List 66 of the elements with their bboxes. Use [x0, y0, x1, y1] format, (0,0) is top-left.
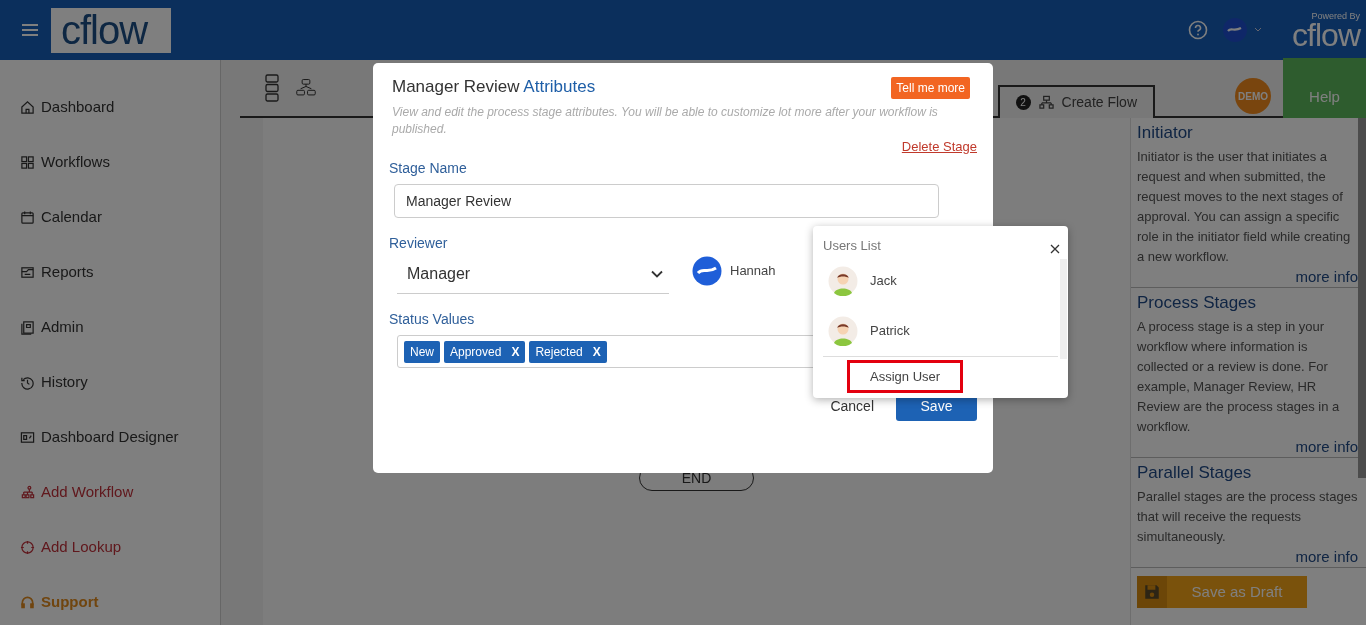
list-view-icon[interactable] [262, 73, 282, 103]
stage-name-field[interactable]: Manager Review [394, 184, 939, 218]
delete-stage-link[interactable]: Delete Stage [901, 139, 977, 154]
home-icon [20, 100, 35, 115]
remove-icon[interactable]: X [592, 342, 601, 361]
user-name: Hannah [730, 262, 776, 281]
reviewer-label: Reviewer [389, 234, 448, 253]
user-avatar-icon [692, 256, 722, 286]
section-title: Parallel Stages [1137, 462, 1253, 484]
status-tag: New [404, 340, 440, 363]
scrollbar[interactable] [1358, 118, 1366, 478]
user-avatar-icon [828, 315, 858, 346]
powered-by-label: Powered By [1311, 11, 1360, 21]
remove-icon[interactable]: X [511, 342, 520, 361]
demo-badge: DEMO [1235, 78, 1271, 114]
status-values-label: Status Values [389, 310, 475, 329]
sidebar-item[interactable]: Dashboard Designer [0, 410, 220, 465]
sidebar-item[interactable]: Admin [0, 300, 220, 355]
help-icon[interactable] [1188, 20, 1209, 40]
logo[interactable]: cflow [51, 7, 171, 53]
section-title: Process Stages [1137, 292, 1258, 314]
sidebar-item[interactable]: Add Workflow [0, 465, 220, 520]
logo: cflow [1292, 21, 1360, 49]
more-info-link[interactable]: more info [1137, 267, 1358, 287]
modal-title: Manager Review Attributes [391, 77, 596, 98]
user-avatar-icon [828, 265, 858, 296]
step-number: 2 [1015, 95, 1031, 110]
more-info-link[interactable]: more info [1137, 547, 1358, 567]
section-text: Parallel stages are the process stages that will receive the requests simultaneously. [1137, 488, 1358, 546]
section-text: A process stage is a step in your workflow where information is collected or a review is done. For example, Manager Review, HR Review are the process stages in a workflow. [1137, 318, 1341, 436]
report-icon [20, 265, 35, 280]
dashboard-icon [20, 430, 35, 445]
calendar-icon [20, 210, 35, 225]
modal-description: View and edit the process stage attributes. You will be able to customize lot more after your workflow is published. [392, 104, 939, 138]
menu-icon[interactable] [21, 23, 39, 37]
sidebar-item[interactable]: Add Lookup [0, 520, 220, 575]
hierarchy-icon [20, 485, 35, 500]
section-text: Initiator is the user that initiates a request and when submitted, the request moves to the next stages of approval. You can assign a specific role in the initiator field while creating a new workflow. [1137, 148, 1352, 266]
chevron-down-icon [651, 269, 663, 278]
cancel-button[interactable]: Cancel [824, 395, 880, 418]
status-tag: Rejected X [529, 340, 607, 363]
popup-title: Users List [823, 237, 881, 255]
section-title: Initiator [1137, 122, 1194, 144]
create-flow-tab[interactable]: 2 Create Flow [997, 85, 1155, 118]
status-tag: Approved X [444, 340, 526, 363]
book-icon [20, 320, 35, 335]
close-icon [1050, 243, 1060, 254]
history-icon [20, 375, 35, 390]
user-list-item[interactable]: Jack [823, 255, 1058, 306]
target-icon [20, 540, 35, 555]
sidebar-item[interactable]: Calendar [0, 190, 220, 245]
save-icon [1143, 583, 1161, 601]
sidebar-item[interactable]: Workflows [0, 135, 220, 190]
sidebar-item[interactable]: History [0, 355, 220, 410]
avatar-icon[interactable] [1222, 17, 1249, 43]
chevron-down-icon[interactable] [1254, 27, 1263, 33]
assign-user-button[interactable]: Assign User [847, 359, 964, 393]
grid-icon [20, 155, 35, 170]
scrollbar[interactable] [1060, 259, 1067, 359]
headset-icon [20, 595, 35, 610]
tell-me-more-button[interactable]: Tell me more [891, 77, 970, 99]
flow-icon [1038, 95, 1054, 110]
sidebar-item[interactable]: Reports [0, 245, 220, 300]
sidebar-item[interactable]: Dashboard [0, 80, 220, 135]
more-info-link[interactable]: more info [1137, 437, 1358, 457]
stage-name-label: Stage Name [389, 159, 467, 178]
